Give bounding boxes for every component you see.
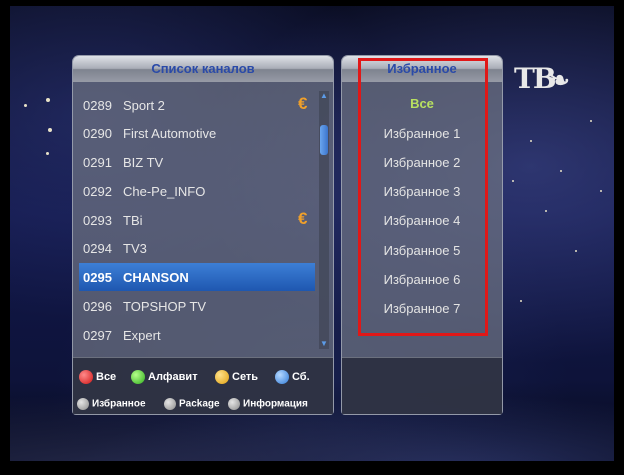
- channel-name: Expert: [123, 328, 161, 343]
- background-light: [46, 98, 50, 102]
- scrollbar-thumb[interactable]: [320, 125, 328, 155]
- legend-label: Информация: [243, 398, 308, 410]
- channel-name: Che-Pe_INFO: [123, 184, 206, 199]
- green-button-icon: [131, 370, 145, 384]
- background-light: [530, 140, 532, 142]
- legend-label: Сеть: [232, 370, 259, 383]
- channel-name: Sport 2: [123, 98, 165, 113]
- channel-name: CHANSON: [123, 270, 189, 285]
- channel-number: 0295: [83, 270, 112, 285]
- background-light: [520, 300, 522, 302]
- legend-green-alphabet[interactable]: Алфавит: [131, 370, 198, 384]
- channel-list-panel: Список каналов 0289 Sport 2 € 0290 First…: [72, 55, 334, 415]
- logo-mark-icon: ❧: [548, 66, 570, 96]
- channel-number: 0294: [83, 241, 112, 256]
- red-highlight-box: [358, 58, 488, 336]
- background-light: [600, 190, 602, 192]
- blue-button-icon: [275, 370, 289, 384]
- channel-number: 0297: [83, 328, 112, 343]
- legend-label: Package: [179, 398, 220, 410]
- color-key-legend: Все Алфавит Сеть Сб. Избранное Package И…: [73, 357, 333, 414]
- channel-row-selected[interactable]: 0295 CHANSON: [79, 263, 315, 291]
- channel-row[interactable]: 0292 Che-Pe_INFO: [79, 177, 315, 205]
- channel-number: 0291: [83, 155, 112, 170]
- scroll-down-icon[interactable]: ▼: [319, 339, 329, 349]
- red-button-icon: [79, 370, 93, 384]
- background-light: [560, 170, 562, 172]
- channel-list-scrollbar[interactable]: ▲ ▼: [319, 91, 329, 349]
- channel-number: 0290: [83, 126, 112, 141]
- channel-name: First Automotive: [123, 126, 217, 141]
- legend-label: Избранное: [92, 398, 146, 410]
- background-light: [590, 120, 592, 122]
- legend-favorites[interactable]: Избранное: [77, 398, 146, 410]
- legend-label: Алфавит: [148, 370, 198, 383]
- legend-label: Все: [96, 370, 117, 383]
- channel-row[interactable]: 0297 Expert: [79, 321, 315, 349]
- channel-row[interactable]: 0291 BIZ TV: [79, 148, 315, 176]
- yellow-button-icon: [215, 370, 229, 384]
- background-light: [46, 152, 49, 155]
- legend-package[interactable]: Package: [164, 398, 220, 410]
- channel-row[interactable]: 0289 Sport 2 €: [79, 91, 315, 119]
- channel-name: TOPSHOP TV: [123, 299, 207, 314]
- background-light: [512, 180, 514, 182]
- channel-name: BIZ TV: [123, 155, 164, 170]
- channel-logo: ТВ ❧: [514, 62, 570, 98]
- channel-number: 0292: [83, 184, 112, 199]
- channel-name: TV3: [123, 241, 147, 256]
- channel-list-title: Список каналов: [151, 61, 255, 76]
- background-light: [48, 128, 52, 132]
- euro-icon: €: [298, 94, 308, 113]
- channel-row[interactable]: 0293 TBi €: [79, 206, 315, 234]
- legend-blue-sb[interactable]: Сб.: [275, 370, 310, 384]
- favorites-footer: [342, 357, 502, 414]
- background-light: [575, 250, 577, 252]
- euro-icon: €: [298, 209, 308, 228]
- channel-row[interactable]: 0294 TV3: [79, 234, 315, 262]
- channel-number: 0289: [83, 98, 112, 113]
- channel-list-header: Список каналов: [73, 56, 333, 82]
- channel-number: 0296: [83, 299, 112, 314]
- channel-name: TBi: [123, 213, 143, 228]
- legend-label: Сб.: [292, 370, 310, 383]
- background-light: [545, 210, 547, 212]
- legend-info[interactable]: Информация: [228, 398, 308, 410]
- channel-row[interactable]: 0290 First Automotive: [79, 119, 315, 147]
- package-button-icon: [164, 398, 176, 410]
- channel-number: 0293: [83, 213, 112, 228]
- legend-yellow-network[interactable]: Сеть: [215, 370, 258, 384]
- info-button-icon: [228, 398, 240, 410]
- scroll-up-icon[interactable]: ▲: [319, 91, 329, 101]
- background-light: [24, 104, 27, 107]
- fav-button-icon: [77, 398, 89, 410]
- channel-row[interactable]: 0296 TOPSHOP TV: [79, 292, 315, 320]
- legend-red-all[interactable]: Все: [79, 370, 116, 384]
